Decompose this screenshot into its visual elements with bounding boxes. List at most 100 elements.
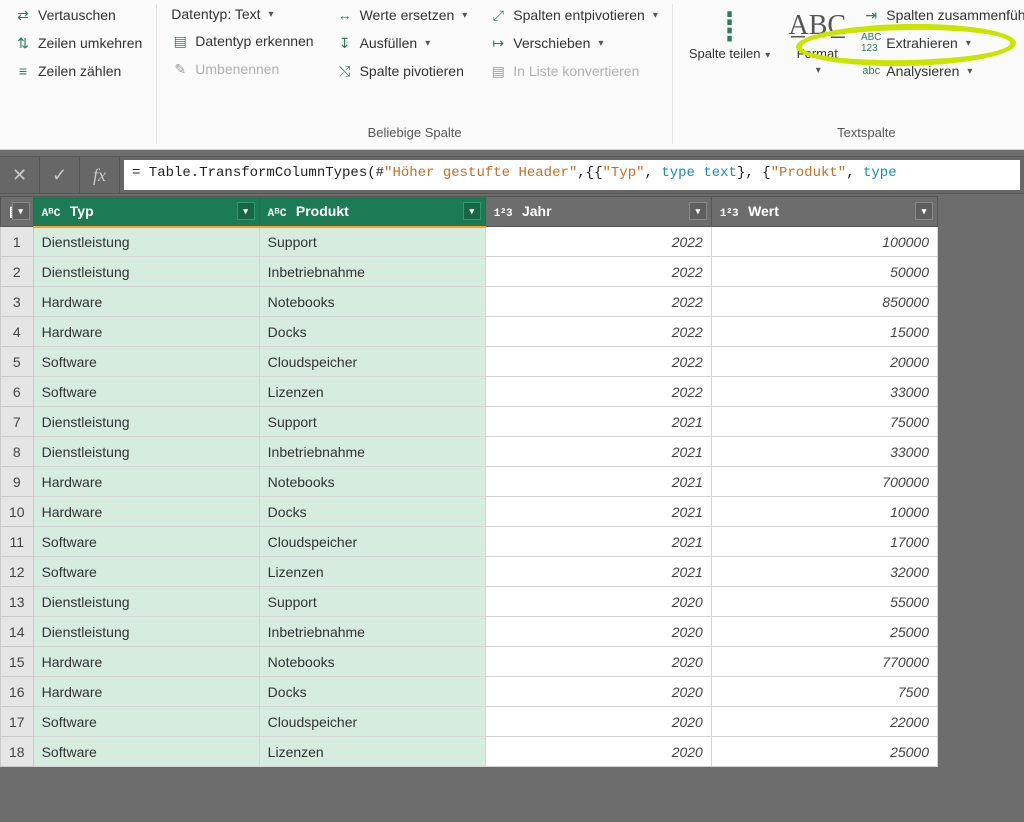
table-row[interactable]: 11SoftwareCloudspeicher202117000 <box>1 527 938 557</box>
cell-produkt[interactable]: Docks <box>259 317 485 347</box>
cell-jahr[interactable]: 2022 <box>485 317 711 347</box>
row-number[interactable]: 7 <box>1 407 34 437</box>
table-row[interactable]: 2DienstleistungInbetriebnahme202250000 <box>1 257 938 287</box>
cell-produkt[interactable]: Lizenzen <box>259 557 485 587</box>
cell-jahr[interactable]: 2021 <box>485 437 711 467</box>
cell-jahr[interactable]: 2020 <box>485 587 711 617</box>
cell-jahr[interactable]: 2022 <box>485 257 711 287</box>
row-number[interactable]: 8 <box>1 437 34 467</box>
cell-typ[interactable]: Hardware <box>33 467 259 497</box>
cell-typ[interactable]: Hardware <box>33 317 259 347</box>
row-number[interactable]: 3 <box>1 287 34 317</box>
cell-jahr[interactable]: 2022 <box>485 347 711 377</box>
row-number[interactable]: 11 <box>1 527 34 557</box>
extract-button[interactable]: ABC123 Extrahieren ▾ <box>858 32 1024 54</box>
cell-wert[interactable]: 17000 <box>711 527 937 557</box>
cell-produkt[interactable]: Support <box>259 587 485 617</box>
row-number[interactable]: 13 <box>1 587 34 617</box>
swap-button[interactable]: ⇄ Vertauschen <box>10 4 146 26</box>
cell-typ[interactable]: Hardware <box>33 647 259 677</box>
cell-jahr[interactable]: 2020 <box>485 647 711 677</box>
filter-button[interactable]: ▾ <box>689 202 707 220</box>
cell-produkt[interactable]: Lizenzen <box>259 377 485 407</box>
replace-values-button[interactable]: ↔ Werte ersetzen ▾ <box>332 4 472 26</box>
cell-typ[interactable]: Software <box>33 737 259 767</box>
cell-wert[interactable]: 55000 <box>711 587 937 617</box>
move-button[interactable]: ↦ Verschieben ▾ <box>485 32 662 54</box>
column-header-produkt[interactable]: AᴮC Produkt ▾ <box>259 197 485 227</box>
table-row[interactable]: 6SoftwareLizenzen202233000 <box>1 377 938 407</box>
row-number[interactable]: 14 <box>1 617 34 647</box>
cell-wert[interactable]: 850000 <box>711 287 937 317</box>
cell-produkt[interactable]: Support <box>259 227 485 257</box>
cell-typ[interactable]: Dienstleistung <box>33 437 259 467</box>
cell-typ[interactable]: Hardware <box>33 677 259 707</box>
table-row[interactable]: 7DienstleistungSupport202175000 <box>1 407 938 437</box>
filter-button[interactable]: ▾ <box>915 202 933 220</box>
table-row[interactable]: 9HardwareNotebooks2021700000 <box>1 467 938 497</box>
commit-formula-button[interactable]: ✓ <box>40 156 80 194</box>
row-number[interactable]: 2 <box>1 257 34 287</box>
filter-button[interactable]: ▾ <box>463 202 481 220</box>
cell-produkt[interactable]: Cloudspeicher <box>259 347 485 377</box>
cell-wert[interactable]: 15000 <box>711 317 937 347</box>
to-list-button[interactable]: ▤ In Liste konvertieren <box>485 60 662 82</box>
cell-wert[interactable]: 32000 <box>711 557 937 587</box>
cancel-formula-button[interactable]: ✕ <box>0 156 40 194</box>
filter-button[interactable]: ▾ <box>237 202 255 220</box>
cell-produkt[interactable]: Cloudspeicher <box>259 527 485 557</box>
cell-produkt[interactable]: Inbetriebnahme <box>259 257 485 287</box>
analyze-button[interactable]: abc Analysieren ▾ <box>858 60 1024 82</box>
pivot-button[interactable]: ⤭ Spalte pivotieren <box>332 60 472 82</box>
cell-jahr[interactable]: 2022 <box>485 287 711 317</box>
reverse-rows-button[interactable]: ⇅ Zeilen umkehren <box>10 32 146 54</box>
table-row[interactable]: 15HardwareNotebooks2020770000 <box>1 647 938 677</box>
row-number[interactable]: 12 <box>1 557 34 587</box>
table-row[interactable]: 16HardwareDocks20207500 <box>1 677 938 707</box>
table-row[interactable]: 10HardwareDocks202110000 <box>1 497 938 527</box>
cell-wert[interactable]: 100000 <box>711 227 937 257</box>
cell-typ[interactable]: Software <box>33 557 259 587</box>
cell-jahr[interactable]: 2021 <box>485 497 711 527</box>
table-row[interactable]: 18SoftwareLizenzen202025000 <box>1 737 938 767</box>
cell-jahr[interactable]: 2020 <box>485 737 711 767</box>
cell-typ[interactable]: Dienstleistung <box>33 587 259 617</box>
cell-jahr[interactable]: 2020 <box>485 707 711 737</box>
cell-jahr[interactable]: 2020 <box>485 617 711 647</box>
table-row[interactable]: 8DienstleistungInbetriebnahme202133000 <box>1 437 938 467</box>
cell-typ[interactable]: Dienstleistung <box>33 257 259 287</box>
row-number[interactable]: 17 <box>1 707 34 737</box>
fx-button[interactable]: fx <box>80 156 120 194</box>
cell-typ[interactable]: Software <box>33 347 259 377</box>
table-row[interactable]: 3HardwareNotebooks2022850000 <box>1 287 938 317</box>
cell-produkt[interactable]: Inbetriebnahme <box>259 437 485 467</box>
row-number[interactable]: 9 <box>1 467 34 497</box>
table-row[interactable]: 17SoftwareCloudspeicher202022000 <box>1 707 938 737</box>
merge-columns-button[interactable]: ⇥ Spalten zusammenführen <box>858 4 1024 26</box>
cell-jahr[interactable]: 2021 <box>485 527 711 557</box>
row-number[interactable]: 4 <box>1 317 34 347</box>
row-number[interactable]: 10 <box>1 497 34 527</box>
cell-produkt[interactable]: Docks <box>259 677 485 707</box>
column-header-jahr[interactable]: 1²3 Jahr ▾ <box>485 197 711 227</box>
cell-typ[interactable]: Dienstleistung <box>33 407 259 437</box>
cell-produkt[interactable]: Support <box>259 407 485 437</box>
row-number[interactable]: 16 <box>1 677 34 707</box>
cell-wert[interactable]: 25000 <box>711 737 937 767</box>
table-row[interactable]: 12SoftwareLizenzen202132000 <box>1 557 938 587</box>
cell-produkt[interactable]: Notebooks <box>259 467 485 497</box>
table-row[interactable]: 14DienstleistungInbetriebnahme202025000 <box>1 617 938 647</box>
cell-produkt[interactable]: Cloudspeicher <box>259 707 485 737</box>
detect-datatype-button[interactable]: ▤ Datentyp erkennen <box>167 30 317 52</box>
column-header-typ[interactable]: AᴮC Typ ▾ <box>33 197 259 227</box>
table-corner-button[interactable]: ▦▾ <box>1 197 34 227</box>
cell-wert[interactable]: 20000 <box>711 347 937 377</box>
cell-typ[interactable]: Hardware <box>33 287 259 317</box>
cell-jahr[interactable]: 2021 <box>485 557 711 587</box>
table-row[interactable]: 4HardwareDocks202215000 <box>1 317 938 347</box>
table-row[interactable]: 13DienstleistungSupport202055000 <box>1 587 938 617</box>
cell-wert[interactable]: 22000 <box>711 707 937 737</box>
table-row[interactable]: 1DienstleistungSupport2022100000 <box>1 227 938 257</box>
table-row[interactable]: 5SoftwareCloudspeicher202220000 <box>1 347 938 377</box>
cell-typ[interactable]: Software <box>33 707 259 737</box>
